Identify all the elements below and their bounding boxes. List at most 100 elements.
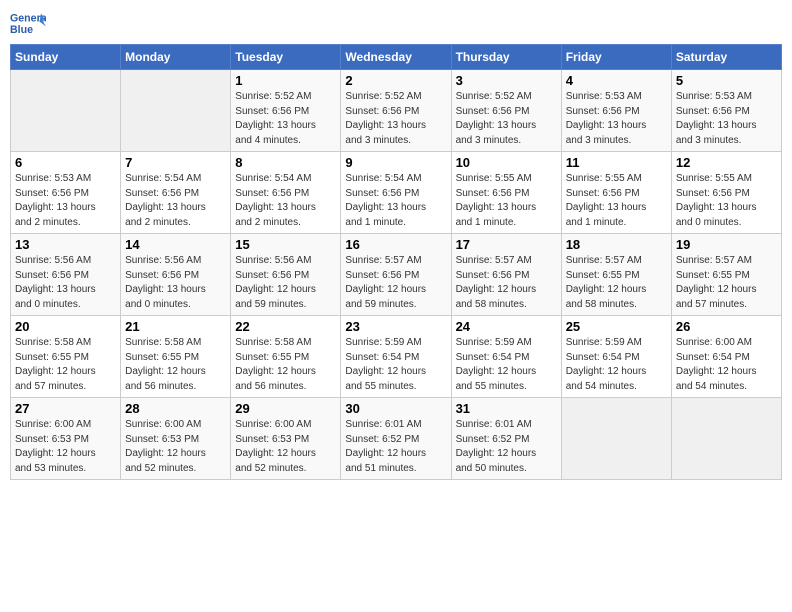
calendar-cell: 18 Sunrise: 5:57 AM Sunset: 6:55 PM Dayli… [561, 234, 671, 316]
col-header-sunday: Sunday [11, 45, 121, 70]
day-number: 18 [566, 237, 667, 252]
day-info: Sunrise: 6:01 AM Sunset: 6:52 PM Dayligh… [345, 418, 446, 476]
day-number: 28 [125, 401, 226, 416]
day-number: 2 [345, 73, 446, 88]
calendar-week-1: 1Sunrise: 5:52 AM Sunset: 6:56 PM Daylig… [11, 70, 782, 152]
day-info: Sunrise: 5:58 AM Sunset: 6:55 PM Dayligh… [125, 336, 226, 394]
day-number: 29 [235, 401, 336, 416]
calendar-week-5: 27 Sunrise: 6:00 AM Sunset: 6:53 PM Dayli… [11, 398, 782, 480]
calendar-cell: 2 Sunrise: 5:52 AM Sunset: 6:56 PM Daylig… [341, 70, 451, 152]
day-info: Sunrise: 5:56 AM Sunset: 6:56 PM Dayligh… [15, 254, 116, 312]
day-info: Sunrise: 5:53 AM Sunset: 6:56 PM Dayligh… [566, 90, 667, 148]
calendar-cell: 28 Sunrise: 6:00 AM Sunset: 6:53 PM Dayli… [121, 398, 231, 480]
calendar-week-2: 6 Sunrise: 5:53 AM Sunset: 6:56 PM Daylig… [11, 152, 782, 234]
calendar-week-4: 20 Sunrise: 5:58 AM Sunset: 6:55 PM Dayli… [11, 316, 782, 398]
day-info: Sunrise: 6:01 AM Sunset: 6:52 PM Dayligh… [456, 418, 557, 476]
calendar-cell [671, 398, 781, 480]
calendar-cell: 4 Sunrise: 5:53 AM Sunset: 6:56 PM Daylig… [561, 70, 671, 152]
day-number: 17 [456, 237, 557, 252]
day-number: 22 [235, 319, 336, 334]
calendar-cell: 16 Sunrise: 5:57 AM Sunset: 6:56 PM Dayli… [341, 234, 451, 316]
day-info: Sunrise: 5:54 AM Sunset: 6:56 PM Dayligh… [125, 172, 226, 230]
day-info: Sunrise: 5:58 AM Sunset: 6:55 PM Dayligh… [15, 336, 116, 394]
calendar-cell: 5 Sunrise: 5:53 AM Sunset: 6:56 PM Daylig… [671, 70, 781, 152]
day-info: Sunrise: 5:59 AM Sunset: 6:54 PM Dayligh… [566, 336, 667, 394]
day-info: Sunrise: 6:00 AM Sunset: 6:53 PM Dayligh… [15, 418, 116, 476]
day-info: Sunrise: 5:58 AM Sunset: 6:55 PM Dayligh… [235, 336, 336, 394]
day-info: Sunrise: 6:00 AM Sunset: 6:53 PM Dayligh… [235, 418, 336, 476]
day-info: Sunrise: 5:55 AM Sunset: 6:56 PM Dayligh… [676, 172, 777, 230]
day-info: Sunrise: 5:57 AM Sunset: 6:55 PM Dayligh… [566, 254, 667, 312]
day-number: 24 [456, 319, 557, 334]
day-number: 20 [15, 319, 116, 334]
day-number: 27 [15, 401, 116, 416]
col-header-saturday: Saturday [671, 45, 781, 70]
day-info: Sunrise: 5:56 AM Sunset: 6:56 PM Dayligh… [125, 254, 226, 312]
day-info: Sunrise: 5:59 AM Sunset: 6:54 PM Dayligh… [345, 336, 446, 394]
calendar-cell [561, 398, 671, 480]
day-number: 14 [125, 237, 226, 252]
calendar-cell: 7 Sunrise: 5:54 AM Sunset: 6:56 PM Daylig… [121, 152, 231, 234]
day-number: 13 [15, 237, 116, 252]
calendar-cell: 17 Sunrise: 5:57 AM Sunset: 6:56 PM Dayli… [451, 234, 561, 316]
day-info: Sunrise: 5:53 AM Sunset: 6:56 PM Dayligh… [676, 90, 777, 148]
day-number: 8 [235, 155, 336, 170]
calendar-cell: 29 Sunrise: 6:00 AM Sunset: 6:53 PM Dayli… [231, 398, 341, 480]
day-number: 4 [566, 73, 667, 88]
day-number: 23 [345, 319, 446, 334]
calendar-cell: 20 Sunrise: 5:58 AM Sunset: 6:55 PM Dayli… [11, 316, 121, 398]
day-info: Sunrise: 5:57 AM Sunset: 6:55 PM Dayligh… [676, 254, 777, 312]
calendar-cell: 11Sunrise: 5:55 AM Sunset: 6:56 PM Dayli… [561, 152, 671, 234]
calendar-cell: 25 Sunrise: 5:59 AM Sunset: 6:54 PM Dayli… [561, 316, 671, 398]
calendar-cell: 14 Sunrise: 5:56 AM Sunset: 6:56 PM Dayli… [121, 234, 231, 316]
day-info: Sunrise: 5:53 AM Sunset: 6:56 PM Dayligh… [15, 172, 116, 230]
day-number: 26 [676, 319, 777, 334]
svg-text:Blue: Blue [10, 24, 33, 36]
day-info: Sunrise: 5:52 AM Sunset: 6:56 PM Dayligh… [456, 90, 557, 148]
calendar-cell: 6 Sunrise: 5:53 AM Sunset: 6:56 PM Daylig… [11, 152, 121, 234]
day-number: 16 [345, 237, 446, 252]
calendar-week-3: 13 Sunrise: 5:56 AM Sunset: 6:56 PM Dayli… [11, 234, 782, 316]
calendar-cell: 23 Sunrise: 5:59 AM Sunset: 6:54 PM Dayli… [341, 316, 451, 398]
day-number: 31 [456, 401, 557, 416]
calendar-cell: 19 Sunrise: 5:57 AM Sunset: 6:55 PM Dayli… [671, 234, 781, 316]
day-info: Sunrise: 5:55 AM Sunset: 6:56 PM Dayligh… [566, 172, 667, 230]
day-info: Sunrise: 5:54 AM Sunset: 6:56 PM Dayligh… [345, 172, 446, 230]
calendar-cell [11, 70, 121, 152]
calendar-cell: 26 Sunrise: 6:00 AM Sunset: 6:54 PM Dayli… [671, 316, 781, 398]
calendar-cell: 22 Sunrise: 5:58 AM Sunset: 6:55 PM Dayli… [231, 316, 341, 398]
calendar-cell: 15Sunrise: 5:56 AM Sunset: 6:56 PM Dayli… [231, 234, 341, 316]
day-info: Sunrise: 5:56 AM Sunset: 6:56 PM Dayligh… [235, 254, 336, 312]
day-number: 19 [676, 237, 777, 252]
day-info: Sunrise: 5:57 AM Sunset: 6:56 PM Dayligh… [456, 254, 557, 312]
day-info: Sunrise: 6:00 AM Sunset: 6:53 PM Dayligh… [125, 418, 226, 476]
calendar-cell: 27 Sunrise: 6:00 AM Sunset: 6:53 PM Dayli… [11, 398, 121, 480]
day-info: Sunrise: 5:57 AM Sunset: 6:56 PM Dayligh… [345, 254, 446, 312]
day-number: 3 [456, 73, 557, 88]
calendar-cell: 10 Sunrise: 5:55 AM Sunset: 6:56 PM Dayli… [451, 152, 561, 234]
day-info: Sunrise: 5:52 AM Sunset: 6:56 PM Dayligh… [345, 90, 446, 148]
day-info: Sunrise: 5:55 AM Sunset: 6:56 PM Dayligh… [456, 172, 557, 230]
day-number: 12 [676, 155, 777, 170]
day-number: 25 [566, 319, 667, 334]
day-info: Sunrise: 6:00 AM Sunset: 6:54 PM Dayligh… [676, 336, 777, 394]
calendar-cell: 3 Sunrise: 5:52 AM Sunset: 6:56 PM Daylig… [451, 70, 561, 152]
day-number: 5 [676, 73, 777, 88]
day-info: Sunrise: 5:59 AM Sunset: 6:54 PM Dayligh… [456, 336, 557, 394]
day-number: 7 [125, 155, 226, 170]
calendar-cell: 9 Sunrise: 5:54 AM Sunset: 6:56 PM Daylig… [341, 152, 451, 234]
day-number: 10 [456, 155, 557, 170]
col-header-monday: Monday [121, 45, 231, 70]
logo-icon: General Blue [10, 10, 46, 38]
page-header: General Blue [10, 10, 782, 38]
day-number: 6 [15, 155, 116, 170]
logo: General Blue [10, 10, 48, 38]
day-info: Sunrise: 5:54 AM Sunset: 6:56 PM Dayligh… [235, 172, 336, 230]
calendar-table: SundayMondayTuesdayWednesdayThursdayFrid… [10, 44, 782, 480]
col-header-tuesday: Tuesday [231, 45, 341, 70]
calendar-cell: 30Sunrise: 6:01 AM Sunset: 6:52 PM Dayli… [341, 398, 451, 480]
day-number: 9 [345, 155, 446, 170]
calendar-cell: 13 Sunrise: 5:56 AM Sunset: 6:56 PM Dayli… [11, 234, 121, 316]
col-header-thursday: Thursday [451, 45, 561, 70]
col-header-friday: Friday [561, 45, 671, 70]
